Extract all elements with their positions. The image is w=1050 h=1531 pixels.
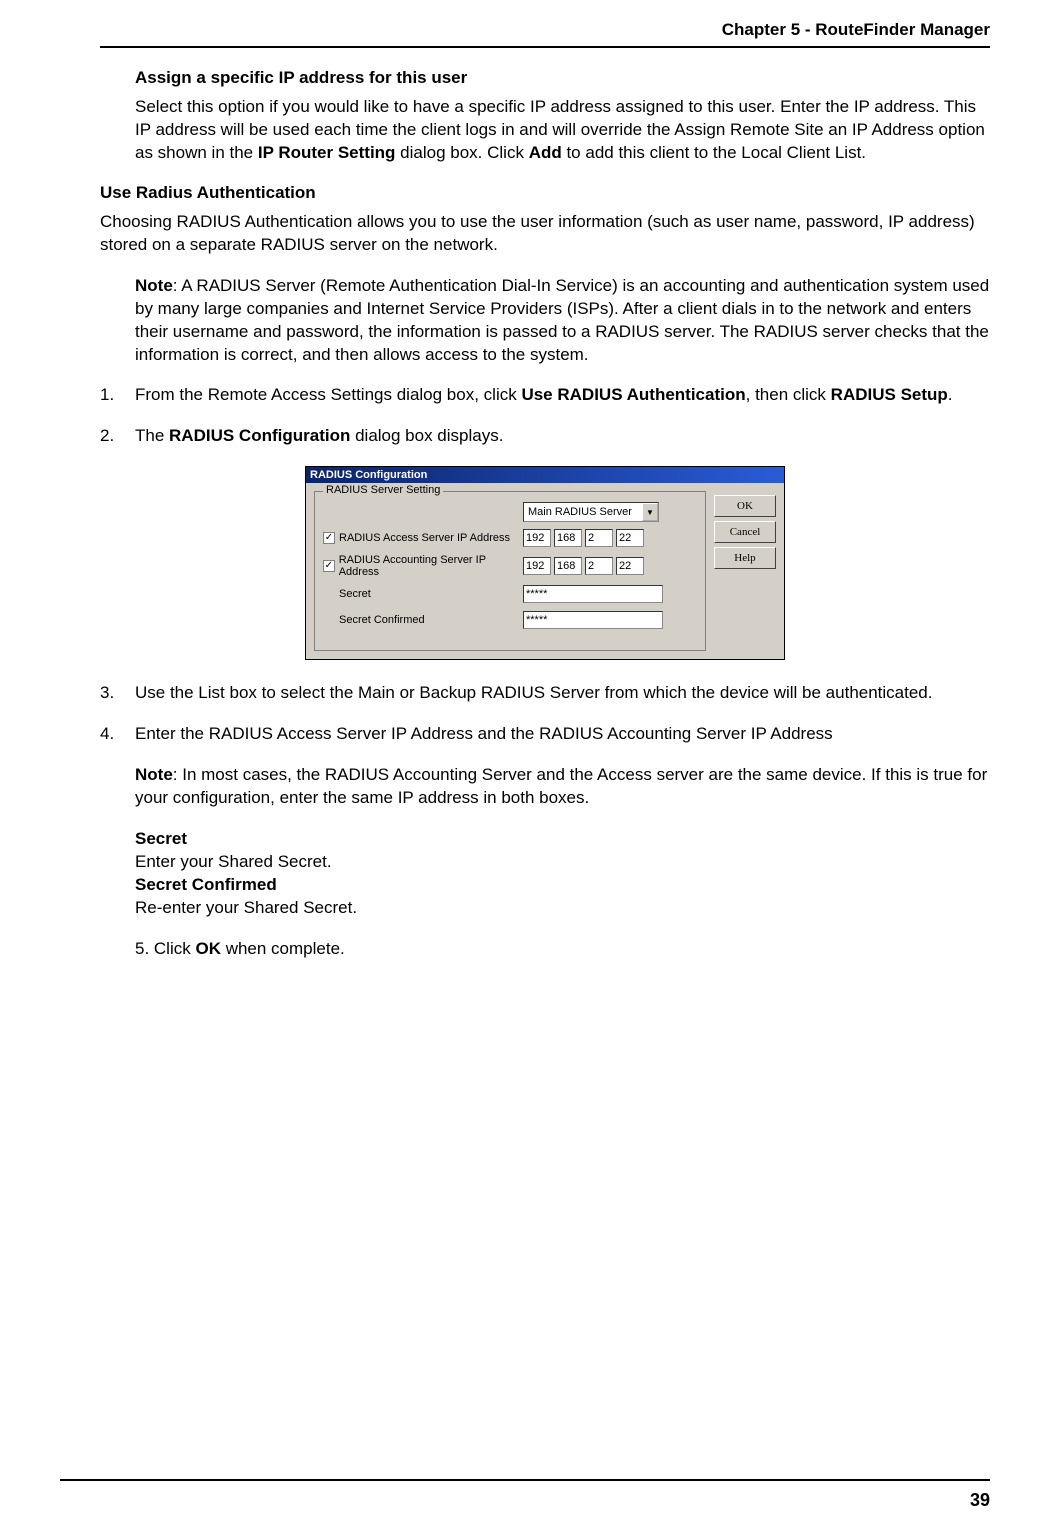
text: 5. Click xyxy=(135,939,195,958)
bold-use-radius-auth: Use RADIUS Authentication xyxy=(521,385,745,404)
note-body: : A RADIUS Server (Remote Authentication… xyxy=(135,276,989,364)
cancel-button[interactable]: Cancel xyxy=(714,521,776,543)
acct-ip-oct2[interactable] xyxy=(554,557,582,575)
step-num-1: 1. xyxy=(100,384,135,407)
access-ip-oct2[interactable] xyxy=(554,529,582,547)
step-5: 5. Click OK when complete. xyxy=(135,938,990,961)
secret-confirmed-text: Re-enter your Shared Secret. xyxy=(135,897,990,920)
groupbox-label: RADIUS Server Setting xyxy=(323,484,443,496)
acct-ip-checkbox[interactable]: ✓ xyxy=(323,560,335,572)
bold-radius-setup: RADIUS Setup xyxy=(831,385,948,404)
footer-rule xyxy=(60,1479,990,1481)
bold-add: Add xyxy=(529,143,562,162)
note-body: : In most cases, the RADIUS Accounting S… xyxy=(135,765,987,807)
step-3: Use the List box to select the Main or B… xyxy=(135,682,990,705)
secret-confirmed-heading: Secret Confirmed xyxy=(135,875,277,894)
text: The xyxy=(135,426,169,445)
step-num-4: 4. xyxy=(100,723,135,979)
text: when complete. xyxy=(221,939,345,958)
secret-input[interactable] xyxy=(523,585,663,603)
header-rule xyxy=(100,46,990,48)
acct-ip-oct4[interactable] xyxy=(616,557,644,575)
note-label: Note xyxy=(135,765,173,784)
para-radius-intro: Choosing RADIUS Authentication allows yo… xyxy=(100,211,990,257)
bold-ok: OK xyxy=(195,939,221,958)
ok-button[interactable]: OK xyxy=(714,495,776,517)
acct-ip-label: RADIUS Accounting Server IP Address xyxy=(339,554,523,578)
chapter-header: Chapter 5 - RouteFinder Manager xyxy=(100,20,990,46)
access-ip-oct4[interactable] xyxy=(616,529,644,547)
secret-confirmed-label: Secret Confirmed xyxy=(339,614,425,626)
bold-radius-configuration: RADIUS Configuration xyxy=(169,426,350,445)
help-button[interactable]: Help xyxy=(714,547,776,569)
secret-confirmed-input[interactable] xyxy=(523,611,663,629)
note-radius: Note: A RADIUS Server (Remote Authentica… xyxy=(135,275,990,367)
secret-label: Secret xyxy=(339,588,371,600)
note-label: Note xyxy=(135,276,173,295)
bold-ip-router-setting: IP Router Setting xyxy=(258,143,396,162)
text: dialog box displays. xyxy=(350,426,503,445)
secret-text: Enter your Shared Secret. xyxy=(135,851,990,874)
text: From the Remote Access Settings dialog b… xyxy=(135,385,521,404)
step-4: Enter the RADIUS Access Server IP Addres… xyxy=(135,723,990,746)
server-select-text: Main RADIUS Server xyxy=(524,506,642,518)
access-ip-checkbox[interactable]: ✓ xyxy=(323,532,335,544)
secret-heading: Secret xyxy=(135,829,187,848)
step-4-note: Note: In most cases, the RADIUS Accounti… xyxy=(135,764,990,810)
text: . xyxy=(948,385,953,404)
text: dialog box. Click xyxy=(395,143,528,162)
heading-use-radius: Use Radius Authentication xyxy=(100,183,990,203)
access-ip-oct1[interactable] xyxy=(523,529,551,547)
access-ip-oct3[interactable] xyxy=(585,529,613,547)
radius-config-dialog: RADIUS Configuration RADIUS Server Setti… xyxy=(305,466,785,660)
acct-ip-oct3[interactable] xyxy=(585,557,613,575)
step-num-2: 2. xyxy=(100,425,135,448)
text: to add this client to the Local Client L… xyxy=(562,143,866,162)
heading-assign-ip: Assign a specific IP address for this us… xyxy=(135,68,990,88)
text: , then click xyxy=(746,385,831,404)
acct-ip-oct1[interactable] xyxy=(523,557,551,575)
step-num-3: 3. xyxy=(100,682,135,705)
access-ip-label: RADIUS Access Server IP Address xyxy=(339,532,510,544)
dialog-titlebar: RADIUS Configuration xyxy=(306,467,784,483)
radius-server-groupbox: RADIUS Server Setting Main RADIUS Server… xyxy=(314,491,706,651)
server-select[interactable]: Main RADIUS Server ▼ xyxy=(523,502,659,522)
step-1: From the Remote Access Settings dialog b… xyxy=(135,384,990,407)
para-assign-ip: Select this option if you would like to … xyxy=(135,96,990,165)
page-number: 39 xyxy=(970,1490,990,1511)
chevron-down-icon[interactable]: ▼ xyxy=(642,503,658,521)
step-2: The RADIUS Configuration dialog box disp… xyxy=(135,425,990,448)
